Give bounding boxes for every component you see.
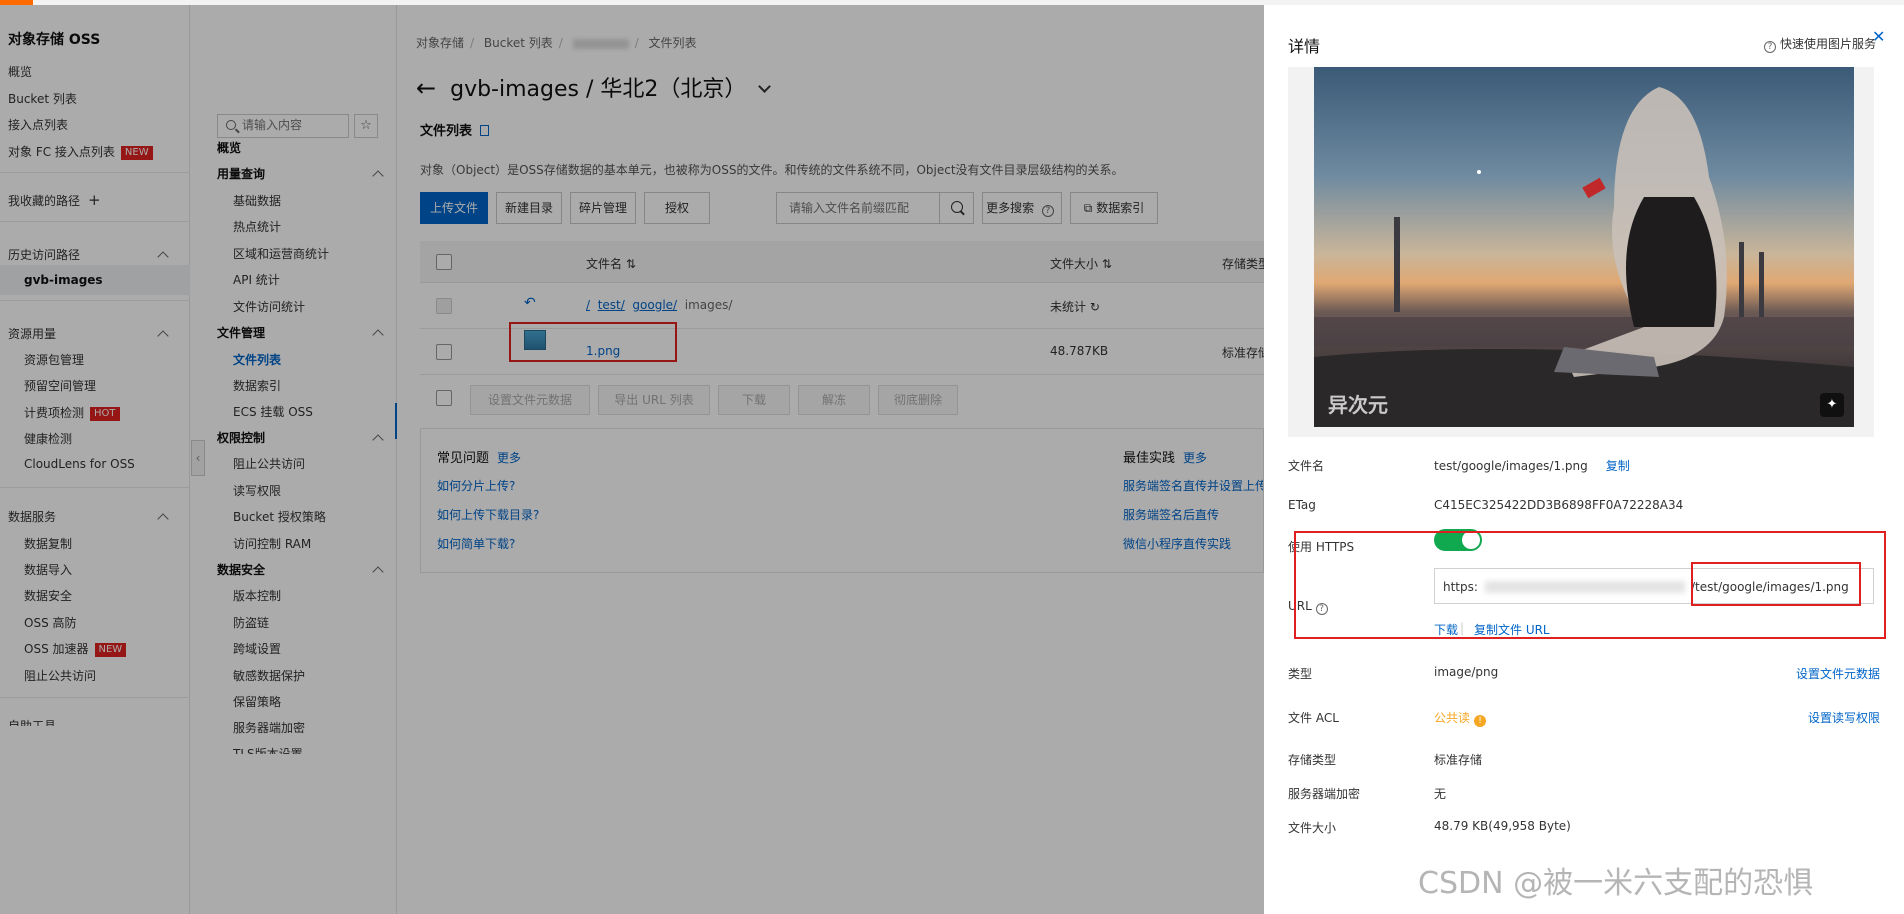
- help-icon: ?: [1764, 41, 1776, 53]
- label-encryption: 服务器端加密: [1288, 787, 1361, 801]
- value-filename: test/google/images/1.png 复制: [1434, 457, 1630, 474]
- quick-service-label: 快速使用图片服务: [1780, 37, 1877, 51]
- value-etag: C415EC325422DD3B6898FF0A72228A34: [1434, 498, 1684, 512]
- preview-photo: 异次元 ✦: [1314, 67, 1854, 427]
- quick-image-service[interactable]: ? 快速使用图片服务: [1764, 35, 1876, 53]
- watermark-text: 异次元: [1328, 393, 1388, 417]
- close-icon[interactable]: ✕: [1872, 27, 1885, 46]
- detail-drawer: 详情 ? 快速使用图片服务 ✕ 异次元 ✦ 文件名 test/google/ima…: [1264, 5, 1904, 914]
- value-storage: 标准存储: [1434, 753, 1483, 767]
- set-metadata-link[interactable]: 设置文件元数据: [1796, 665, 1880, 682]
- info-icon[interactable]: !: [1474, 715, 1487, 727]
- modal-overlay[interactable]: [0, 5, 1264, 914]
- label-acl: 文件 ACL: [1288, 711, 1339, 725]
- copy-link[interactable]: 复制: [1606, 459, 1630, 473]
- highlight-box: [1691, 562, 1861, 606]
- value-encryption: 无: [1434, 787, 1447, 801]
- photo-illustration: [1314, 87, 1854, 427]
- label-etag: ETag: [1288, 498, 1316, 512]
- label-type: 类型: [1288, 667, 1313, 681]
- drawer-title: 详情: [1288, 37, 1321, 56]
- filename-text: test/google/images/1.png: [1434, 459, 1588, 473]
- acl-text: 公共读: [1434, 711, 1471, 725]
- value-size: 48.79 KB(49,958 Byte): [1434, 819, 1571, 833]
- value-type: image/png: [1434, 665, 1499, 679]
- magic-wand-icon[interactable]: ✦: [1820, 393, 1844, 417]
- image-preview: 异次元 ✦: [1288, 67, 1874, 437]
- set-acl-link[interactable]: 设置读写权限: [1808, 709, 1880, 726]
- label-storage: 存储类型: [1288, 753, 1337, 767]
- label-size: 文件大小: [1288, 821, 1337, 835]
- label-filename: 文件名: [1288, 459, 1325, 473]
- csdn-watermark: CSDN @被一米六支配的恐惧: [1418, 866, 1814, 901]
- value-acl: 公共读!: [1434, 709, 1487, 727]
